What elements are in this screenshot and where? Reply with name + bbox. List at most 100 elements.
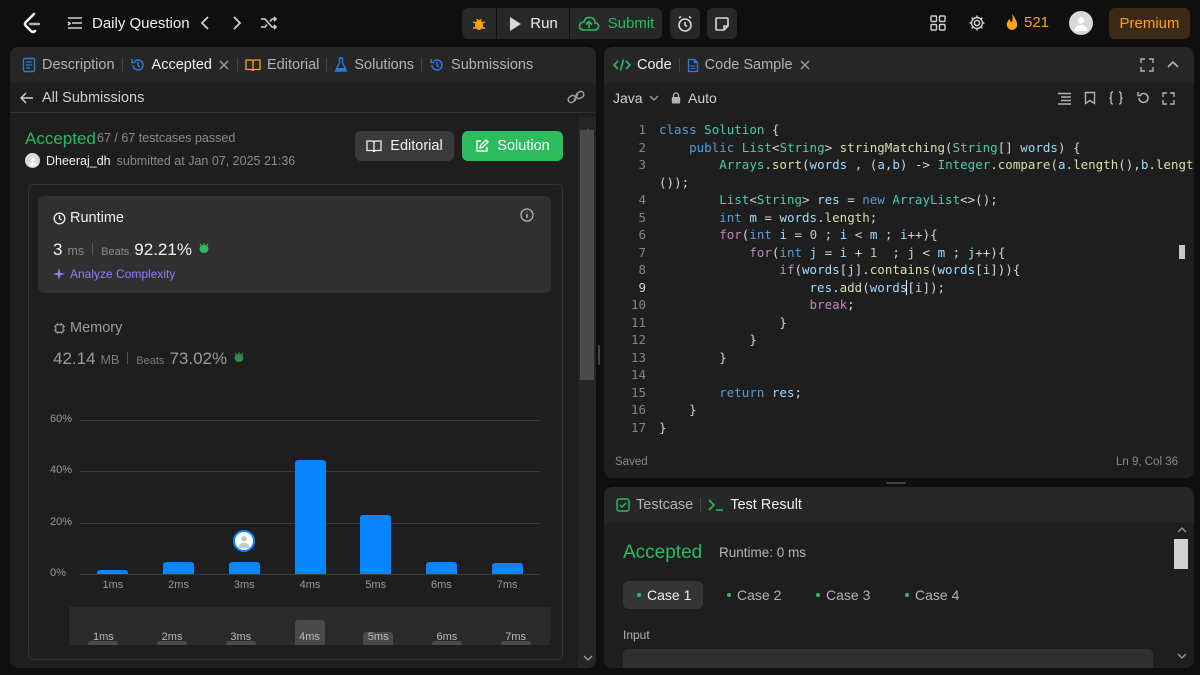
vertical-splitter-handle[interactable] [598,345,600,365]
chart-bar-4ms[interactable] [294,459,326,574]
scroll-down-icon[interactable] [583,655,593,661]
tab-code[interactable]: Code [613,47,672,83]
code-line[interactable]: 14 [604,366,659,384]
scroll-down-icon[interactable] [1177,653,1187,659]
code-line[interactable]: 10 break; [604,296,855,314]
code-tabbar: Code Code Sample [604,47,1194,83]
auto-mode[interactable]: Auto [671,90,717,106]
code-line[interactable]: 1 class Solution { [604,121,779,139]
chevron-down-icon [649,95,659,101]
code-line[interactable]: 16 } [604,401,697,419]
code-line[interactable]: 3 Arrays.sort(words , (a,b) -> Integer.c… [604,156,1194,174]
layout-grid-icon[interactable] [930,15,946,31]
case-tab-2[interactable]: Case 2 [717,581,797,609]
tab-testcase[interactable]: Testcase [616,487,693,523]
chart-bar-3ms[interactable] [228,562,260,574]
code-line[interactable]: 15 return res; [604,384,802,402]
case-tab-4[interactable]: Case 4 [895,581,975,609]
case-tab-3-label: Case 3 [826,587,871,603]
code-line[interactable]: ()); [604,174,689,192]
left-scrollbar[interactable] [578,117,596,668]
shuffle-icon[interactable] [259,14,279,32]
chart-bar-7ms[interactable] [491,563,523,574]
result-scrollbar[interactable] [1174,523,1188,668]
input-box[interactable] [623,649,1153,668]
chart-x-tick-label: 6ms [431,579,452,591]
editor-scrollbar[interactable] [1176,120,1186,450]
settings-gear-icon[interactable] [968,14,986,32]
alarm-clock-icon [676,15,694,33]
code-line[interactable]: 13 } [604,349,727,367]
code-line[interactable]: 17} [604,419,667,437]
horizontal-splitter-handle[interactable] [886,482,906,484]
next-problem-icon[interactable] [230,14,244,32]
tab-code-sample[interactable]: Code Sample [687,47,811,83]
leetcode-logo-icon[interactable] [22,12,42,34]
code-line[interactable]: 12 } [604,331,757,349]
chart-x-tick-label: 2ms [168,579,189,591]
debug-button[interactable] [462,8,496,39]
premium-button[interactable]: Premium [1109,8,1190,39]
format-icon[interactable] [1057,92,1072,105]
daily-question-link[interactable]: Daily Question [92,15,190,32]
chart-x-tick-label: 1ms [102,579,124,591]
code-line[interactable]: 5 int m = words.length; [604,209,877,227]
curly-braces-icon[interactable] [1108,91,1124,105]
scroll-up-icon[interactable] [1177,527,1187,533]
code-text: } [719,349,727,365]
cloud-upload-icon [578,16,600,32]
text-cursor [906,279,907,295]
chart-bar-5ms[interactable] [360,515,392,574]
left-scrollbar-thumb[interactable] [580,130,594,380]
editor-scrollbar-thumb[interactable] [1179,245,1185,259]
code-line[interactable]: 7 for(int j = i + 1 ; j < m ; j++){ [604,244,1005,262]
left-panel: Description Accepted Editorial Solutions… [10,47,596,668]
code-text: return res; [719,384,803,400]
run-label: Run [530,15,558,32]
submit-button[interactable]: Submit [570,8,662,39]
prev-problem-icon[interactable] [198,14,212,32]
code-line[interactable]: 11 } [604,314,787,332]
chart-bar-2ms[interactable] [163,561,195,574]
cursor-position: Ln 9, Col 36 [1115,456,1178,468]
reset-icon[interactable] [1136,91,1150,105]
close-tab-icon[interactable] [799,59,811,71]
terminal-icon [708,499,724,511]
code-editor[interactable]: 1 class Solution {2 public List<String> s… [604,120,1194,450]
lock-icon [671,92,681,104]
editor-toolbar [1057,91,1175,105]
language-select[interactable]: Java [613,90,659,106]
your-submission-avatar[interactable] [233,530,256,553]
code-line[interactable]: 6 for(int i = 0 ; i < m ; i++){ [604,226,937,244]
chart-navigator-label: 2ms [161,631,183,643]
test-result-panel: Testcase Test Result Accepted Runtime: 0… [604,487,1194,668]
code-line[interactable]: 9 res.add(words[i]); [604,279,945,297]
code-line[interactable]: 2 public List<String> stringMatching(Str… [604,139,1080,157]
run-button[interactable]: Run [497,8,569,39]
notes-button[interactable] [707,8,737,39]
chart-navigator[interactable]: 1ms 2ms 3ms 4ms 5ms 6ms 7ms [69,607,550,645]
line-number: 16 [630,402,646,418]
problem-list-icon[interactable] [66,14,84,32]
collapse-icon[interactable] [1167,59,1179,69]
chart-navigator-label: 5ms [367,631,389,643]
maximize-icon[interactable] [1140,58,1154,72]
code-panel: Code Code Sample Java Auto 1 class Soluti… [604,47,1194,478]
timer-button[interactable] [670,8,700,39]
tab-test-result[interactable]: Test Result [708,487,802,523]
code-brackets-icon [613,58,631,72]
result-scrollbar-thumb[interactable] [1174,539,1188,569]
streak-counter[interactable]: 521 [1005,13,1049,31]
code-text: } [779,314,787,330]
runtime-distribution-chart: 60% 40% 20% 0% 1ms 2ms 3ms 4ms 5ms 6ms 7ms 1ms 2ms 3m… [10,47,596,668]
bookmark-icon[interactable] [1084,91,1096,105]
code-line[interactable]: 4 List<String> res = new ArrayList<>(); [604,191,997,209]
case-tab-3[interactable]: Case 3 [806,581,886,609]
chart-bar-1ms[interactable] [97,570,129,574]
user-avatar[interactable] [1069,11,1093,35]
code-line[interactable]: 8 if(words[j].contains(words[i])){ [604,261,1020,279]
case-tab-1[interactable]: Case 1 [623,581,703,609]
chart-bar-6ms[interactable] [425,562,457,574]
line-number: 6 [638,227,646,243]
fullscreen-icon[interactable] [1162,91,1175,105]
